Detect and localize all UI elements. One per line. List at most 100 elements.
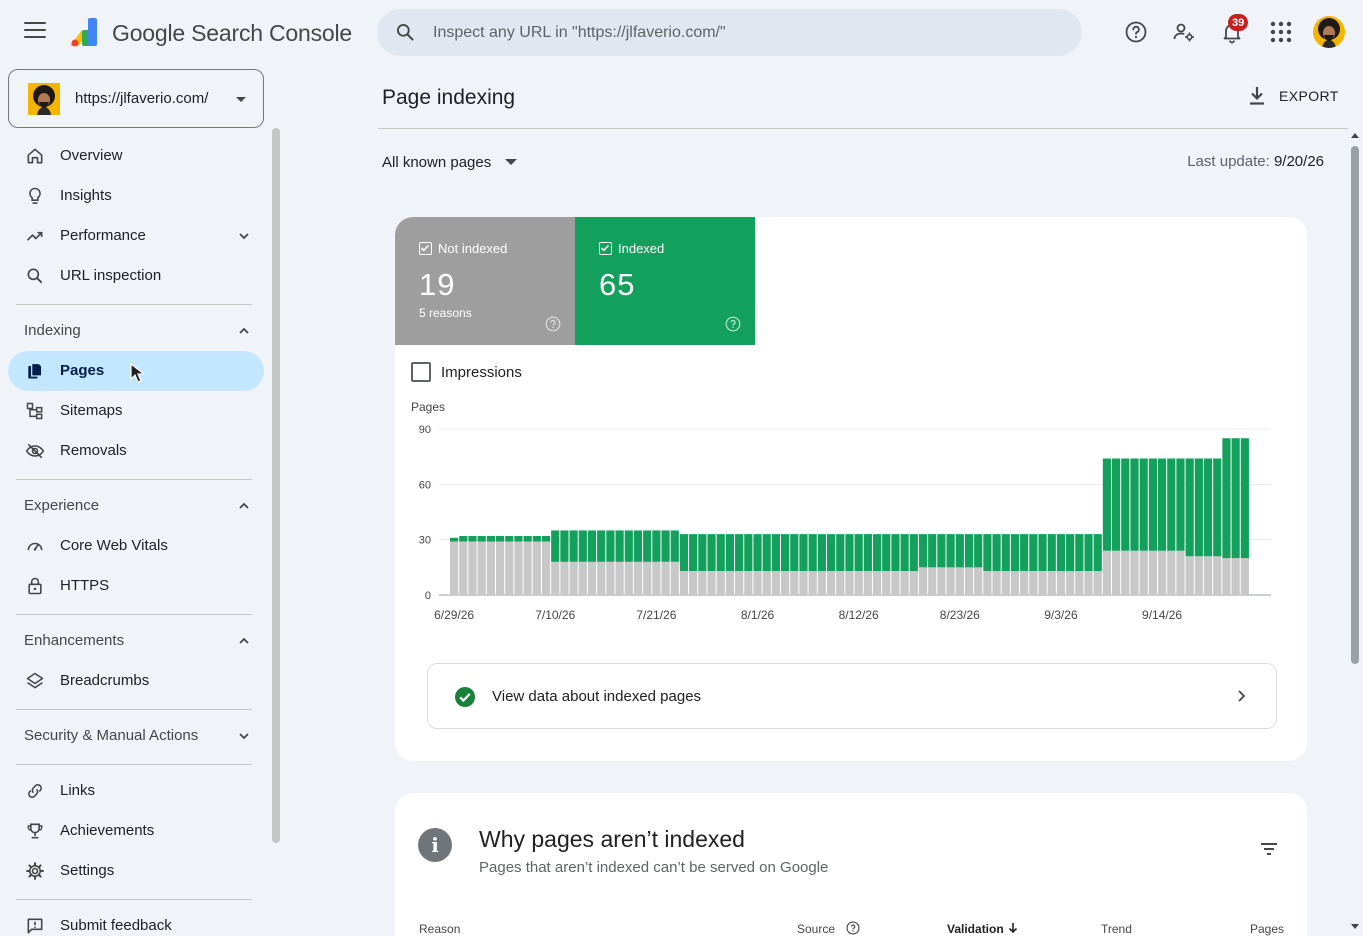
bar-indexed (578, 530, 587, 562)
indexing-chart: Pages 0 30 60 90 6/29/26 7/10/26 7/21/26 8/1/26 8… (411, 400, 1271, 622)
property-selector[interactable]: https://jlfaverio.com/ (8, 69, 264, 128)
indexed-tile[interactable]: Indexed 65 (575, 217, 755, 345)
lock-icon (28, 577, 42, 595)
section-header-security[interactable]: Security & Manual Actions (8, 716, 264, 756)
sidebar-item-https[interactable]: HTTPS (8, 566, 264, 606)
column-header-reason[interactable]: Reason (419, 922, 460, 936)
sidebar-item-url-inspection[interactable]: URL inspection (8, 256, 264, 296)
bar-not-indexed (1167, 550, 1176, 595)
bar-indexed (1157, 458, 1167, 551)
trophy-icon (27, 823, 43, 839)
help-button[interactable] (1120, 16, 1152, 48)
view-data-label: View data about indexed pages (492, 688, 702, 705)
impressions-label: Impressions (441, 363, 522, 381)
sidebar-item-label: Settings (60, 862, 115, 879)
download-icon (1250, 87, 1264, 105)
sidebar-item-label: Links (60, 782, 96, 799)
y-tick-label: 30 (419, 535, 431, 547)
sidebar-item-pages[interactable]: Pages (8, 351, 264, 391)
y-tick-label: 90 (419, 424, 431, 436)
bar-indexed (716, 534, 725, 572)
scroll-down-arrow-icon[interactable] (1351, 924, 1359, 929)
bar-indexed (891, 534, 900, 572)
help-icon[interactable] (725, 316, 741, 332)
bar-indexed (1203, 458, 1213, 557)
y-tick-label: 0 (425, 590, 431, 602)
sidebar-item-performance[interactable]: Performance (8, 216, 264, 256)
top-bar: Google Search Console 39 (0, 0, 1363, 64)
last-update-label: Last update: (1187, 153, 1270, 170)
bar-indexed (514, 535, 523, 542)
section-header-enhancements[interactable]: Enhancements (8, 621, 264, 661)
view-indexed-data-link[interactable]: View data about indexed pages (427, 663, 1277, 729)
scroll-up-arrow-icon[interactable] (1351, 133, 1359, 138)
bar-not-indexed (689, 571, 698, 595)
bar-indexed (698, 534, 707, 572)
bar-indexed (569, 530, 578, 562)
main-scrollbar[interactable] (1351, 146, 1359, 664)
app-brand: Google Search Console (112, 20, 353, 46)
bar-not-indexed (1176, 550, 1185, 595)
not-indexed-tile[interactable]: Not indexed 19 5 reasons (395, 217, 575, 345)
sidebar-item-sitemaps[interactable]: Sitemaps (8, 391, 264, 431)
bar-indexed (486, 535, 495, 542)
sidebar-item-links[interactable]: Links (8, 771, 264, 811)
bar-indexed (1240, 438, 1249, 559)
bar-not-indexed (1010, 571, 1020, 595)
bar-indexed (817, 534, 826, 572)
user-avatar[interactable] (1313, 16, 1345, 48)
bar-indexed (1185, 458, 1194, 557)
bar-not-indexed (836, 571, 845, 595)
section-header-experience[interactable]: Experience (8, 486, 264, 526)
column-header-validation[interactable]: Validation (947, 922, 1004, 936)
url-inspect-search[interactable] (377, 9, 1082, 56)
bar-not-indexed (670, 561, 679, 595)
main-menu-icon[interactable] (24, 22, 46, 40)
sidebar-item-submit-feedback[interactable]: Submit feedback (8, 906, 264, 936)
export-button[interactable]: EXPORT (1240, 80, 1340, 112)
bar-not-indexed (606, 561, 615, 595)
sidebar-scrollbar[interactable] (272, 128, 280, 843)
search-console-logo-icon (70, 18, 97, 47)
impressions-checkbox[interactable] (411, 362, 431, 382)
help-icon[interactable] (846, 921, 860, 935)
bar-not-indexed (560, 561, 569, 595)
url-inspect-input[interactable] (433, 9, 1063, 56)
export-label: EXPORT (1279, 88, 1339, 104)
sort-arrow-down-icon (1008, 923, 1018, 934)
search-icon (27, 268, 43, 284)
info-icon: i (418, 828, 452, 862)
column-header-source[interactable]: Source (797, 922, 835, 936)
sidebar-item-overview[interactable]: Overview (8, 136, 264, 176)
bar-indexed (1112, 458, 1121, 551)
sidebar-item-settings[interactable]: Settings (8, 851, 264, 891)
bar-not-indexed (909, 571, 918, 595)
column-header-pages[interactable]: Pages (1250, 922, 1284, 936)
gear-icon (26, 862, 44, 880)
notification-count-badge: 39 (1228, 14, 1249, 31)
bar-not-indexed (1130, 550, 1139, 595)
filter-list-icon[interactable] (1257, 837, 1281, 861)
sidebar-item-label: Achievements (60, 822, 155, 839)
chevron-down-icon (239, 233, 249, 240)
apps-button[interactable] (1265, 16, 1297, 48)
column-header-trend[interactable]: Trend (1101, 922, 1132, 936)
bar-indexed (1139, 458, 1148, 551)
bar-not-indexed (459, 541, 468, 595)
pages-filter-dropdown[interactable]: All known pages (382, 150, 518, 174)
bar-not-indexed (1231, 558, 1240, 595)
sidebar-divider (16, 304, 252, 305)
sidebar-item-removals[interactable]: Removals (8, 431, 264, 471)
sidebar-item-label: Submit feedback (60, 917, 172, 934)
help-icon[interactable] (545, 316, 561, 332)
sidebar-item-insights[interactable]: Insights (8, 176, 264, 216)
search-icon (397, 24, 414, 41)
x-tick-label: 7/10/26 (535, 608, 575, 622)
impressions-toggle[interactable]: Impressions (411, 362, 522, 382)
section-header-indexing[interactable]: Indexing (8, 311, 264, 351)
sidebar-item-breadcrumbs[interactable]: Breadcrumbs (8, 661, 264, 701)
bar-not-indexed (799, 571, 808, 595)
sidebar-item-core-web-vitals[interactable]: Core Web Vitals (8, 526, 264, 566)
account-settings-button[interactable] (1168, 16, 1200, 48)
sidebar-item-achievements[interactable]: Achievements (8, 811, 264, 851)
